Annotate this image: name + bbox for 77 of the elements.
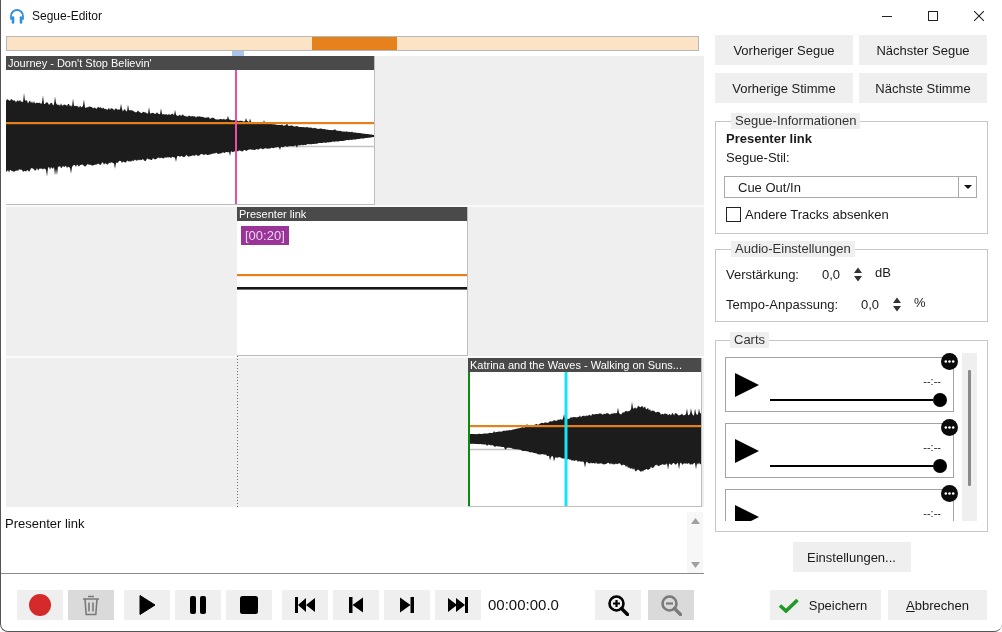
record-icon [29,594,51,616]
play-button[interactable] [124,590,170,620]
marker-line[interactable] [468,372,470,506]
slider-thumb[interactable] [933,459,947,473]
notes-field[interactable]: Presenter link [1,512,687,573]
field-label: Segue-Stil: [726,150,791,166]
segue-style-dropdown[interactable]: Cue Out/In [724,176,977,198]
playback-time: 00:00:00.0 [488,595,559,615]
clip-title: Katrina and the Waves - Walking on Suns... [468,358,701,372]
window-title: Segue-Editor [32,9,103,23]
stop-icon [240,596,258,614]
group-legend: Audio-Einstellungen [731,241,855,257]
stop-button[interactable] [226,590,272,620]
skip-forward-icon [448,597,468,613]
nav-button[interactable]: Nächster Segue [859,35,987,65]
unit-label: % [914,295,926,310]
playhead-marker[interactable] [232,51,244,56]
caret-icon[interactable] [963,185,972,189]
minimize-icon[interactable] [882,15,892,17]
number-field[interactable]: 0,0 [861,296,880,312]
nav-button[interactable]: Vorherige Stimme [715,73,853,103]
group-legend: Carts [730,332,770,348]
scrollbar[interactable] [962,353,977,521]
close-icon[interactable] [974,11,984,21]
volume-line[interactable] [6,122,374,125]
cart-time: --:-- [923,507,941,519]
clip-title: Journey - Don't Stop Believin' [6,56,374,70]
marker-line[interactable] [564,372,568,506]
scroll-thumb[interactable] [968,370,971,486]
more-icon[interactable] [941,353,958,370]
marker-line[interactable] [235,70,237,204]
maximize-icon[interactable] [928,11,938,21]
skip-to-start-button[interactable] [282,590,328,620]
cart-time: --:-- [923,441,941,453]
zoom-out-icon [660,594,682,616]
clip-title: Presenter link [237,207,467,221]
slider-thumb[interactable] [933,393,947,407]
spinner-icon[interactable] [854,266,863,282]
play-icon[interactable] [735,373,759,397]
field-label: Verstärkung: [726,266,799,282]
skip-back-icon [295,597,315,613]
number-field[interactable]: 0,0 [822,266,841,282]
previous-icon [349,597,363,613]
nav-button[interactable]: Vorheriger Segue [715,35,853,65]
more-icon[interactable] [941,485,958,502]
trash-icon [82,594,100,616]
previous-button[interactable] [333,590,379,620]
pause-button[interactable] [175,590,221,620]
field-label: Tempo-Anpassung: [726,296,838,312]
play-icon [139,595,155,615]
voice-clip[interactable]: Presenter link [00:20] [237,207,468,356]
more-icon[interactable] [941,419,958,436]
checkbox-label[interactable]: Andere Tracks absenken [745,207,889,222]
pause-icon [190,596,206,614]
settings-button[interactable]: Einstellungen... [792,542,911,572]
duration-badge: [00:20] [241,226,289,245]
zoom-in-button[interactable] [595,590,641,620]
save-button[interactable]: Speichern [770,590,881,620]
cart-time: --:-- [923,375,941,387]
next-button[interactable] [384,590,430,620]
volume-line[interactable] [468,425,701,428]
record-button[interactable] [17,590,63,620]
unit-label: dB [875,265,891,280]
nav-button[interactable]: Nächste Stimme [859,73,987,103]
skip-to-end-button[interactable] [435,590,481,620]
next-icon [400,597,414,613]
checkbox[interactable] [726,207,741,222]
play-icon[interactable] [735,439,759,463]
zoom-in-icon [607,594,629,616]
group-legend: Segue-Informationen [731,113,861,129]
check-icon [777,597,799,613]
audio-clip[interactable]: Katrina and the Waves - Walking on Suns... [468,358,702,507]
segue-name: Presenter link [726,131,813,147]
audio-clip[interactable]: Journey - Don't Stop Believin' [6,56,375,205]
headphones-icon [9,8,25,24]
cancel-button[interactable]: Abbrechen [888,590,987,620]
spinner-icon[interactable] [893,296,902,312]
